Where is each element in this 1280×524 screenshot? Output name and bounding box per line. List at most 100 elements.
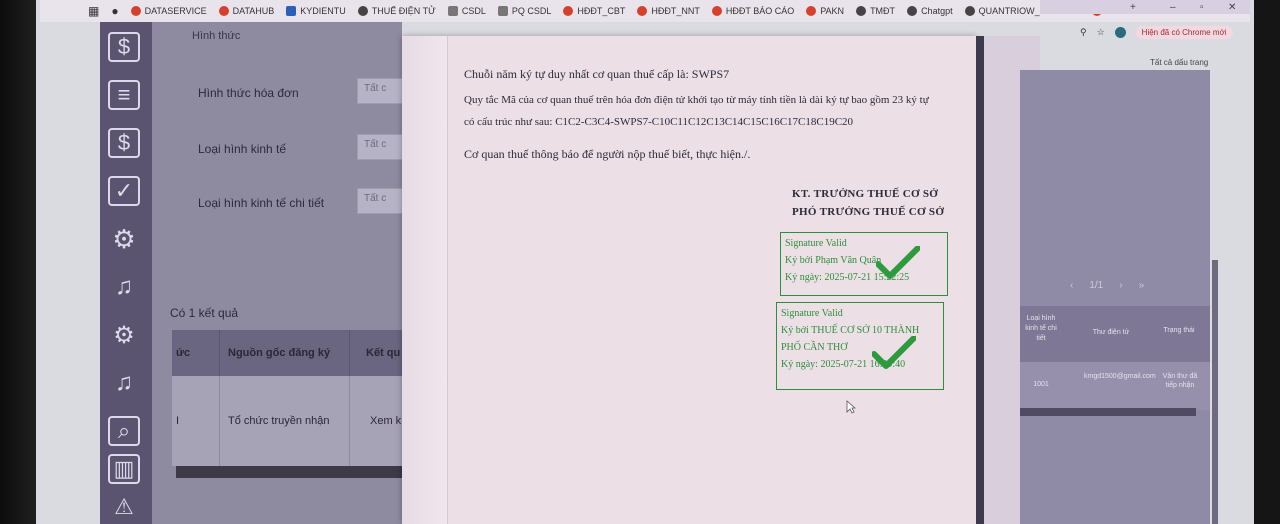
maximize-icon[interactable]: ▫ bbox=[1200, 2, 1204, 13]
last-page-icon[interactable]: » bbox=[1139, 280, 1145, 291]
invoice-icon[interactable]: ≡ bbox=[108, 80, 140, 110]
bookmark-favicon-icon bbox=[637, 6, 648, 16]
vertical-scrollbar[interactable] bbox=[1212, 260, 1218, 524]
checklist-icon[interactable]: ✓ bbox=[108, 176, 140, 206]
checkmark-icon bbox=[876, 246, 920, 279]
bookmark-favicon-icon bbox=[563, 6, 574, 16]
apps-grid-icon[interactable]: ▦ bbox=[88, 4, 99, 18]
table-cell: Tổ chức truyền nhận bbox=[220, 376, 350, 466]
table-header-cell: Thư điện tử bbox=[1092, 329, 1130, 336]
bell-icon[interactable]: ♫ bbox=[108, 272, 140, 302]
table-header-cell: Kết qu bbox=[366, 347, 401, 359]
filter-label: Loại hình kinh tế bbox=[198, 142, 287, 156]
horizontal-scrollbar[interactable] bbox=[1020, 408, 1196, 416]
signer-title: KT. TRƯỞNG THUẾ CƠ SỞ bbox=[792, 188, 939, 200]
warning-icon[interactable]: ⚠ bbox=[108, 492, 140, 522]
globe-icon bbox=[856, 6, 867, 16]
pane-divider[interactable] bbox=[976, 36, 984, 524]
filter-select[interactable]: Tất c bbox=[357, 188, 407, 214]
bookmark-item[interactable]: HĐĐT_CBT bbox=[563, 6, 625, 16]
table-cell: I bbox=[172, 376, 220, 466]
bookmark-item[interactable]: HĐĐT_NNT bbox=[637, 6, 700, 16]
table-cell: Văn thư đã tiếp nhận bbox=[1162, 373, 1198, 389]
invoice-code-structure: C1C2-C3C4-SWPS7-C10C11C12C13C14C15C16C17… bbox=[555, 116, 854, 128]
bookmark-favicon-icon bbox=[286, 6, 297, 16]
browser-toolbar-right: ⚲ ☆ Hiện đã có Chrome mới bbox=[1080, 26, 1233, 39]
star-icon[interactable]: ☆ bbox=[1097, 27, 1105, 38]
bookmark-favicon-icon bbox=[497, 6, 508, 16]
bookmark-favicon-icon bbox=[964, 6, 975, 16]
document-icon[interactable]: $ bbox=[108, 32, 140, 62]
bookmark-favicon-icon bbox=[447, 6, 458, 16]
pagination: ‹ 1/1 › » bbox=[1070, 280, 1144, 291]
checkmark-icon bbox=[872, 336, 916, 369]
filter-select[interactable]: Tất c bbox=[357, 78, 407, 104]
mouse-cursor-icon bbox=[846, 400, 856, 414]
app-sidebar: $ ≡ $ ✓ ⚙ ♫ ⚙ ♫ ⌕ ▥ ⚠ bbox=[100, 22, 152, 524]
close-icon[interactable]: ✕ bbox=[1228, 2, 1236, 13]
search-document-icon[interactable]: ⌕ bbox=[108, 416, 140, 446]
filter-label: Hình thức hóa đơn bbox=[198, 86, 299, 100]
settings-icon[interactable]: ⚙ bbox=[108, 224, 140, 254]
extensions-icon[interactable]: ⚲ bbox=[1080, 27, 1087, 38]
bookmark-item[interactable]: PQ CSDL bbox=[497, 6, 551, 16]
bookmark-item[interactable]: PAKN bbox=[806, 6, 844, 16]
github-icon[interactable]: ● bbox=[111, 4, 118, 18]
bookmark-item[interactable]: DATASERVICE bbox=[130, 6, 207, 16]
filter-select[interactable]: Tất c bbox=[357, 134, 407, 160]
all-bookmarks-link[interactable]: Tất cả dấu trang bbox=[1150, 58, 1208, 67]
monitor-bezel-right bbox=[1254, 0, 1280, 524]
signature-box[interactable]: Signature Valid Ký bởi Phạm Văn Quân Ký … bbox=[780, 232, 948, 296]
table-header-cell: Loại hình kinh tế chi tiết bbox=[1025, 315, 1057, 342]
result-count: Có 1 kết quả bbox=[170, 306, 239, 320]
report-icon[interactable]: ▥ bbox=[108, 454, 140, 484]
chatgpt-icon bbox=[907, 6, 918, 16]
bookmark-item[interactable]: THUẾ ĐIỆN TỬ bbox=[357, 6, 436, 16]
minimize-icon[interactable]: – bbox=[1170, 2, 1176, 13]
doc-line: Chuỗi năm ký tự duy nhất cơ quan thuế cấ… bbox=[464, 67, 730, 81]
bookmark-item[interactable]: Chatgpt bbox=[907, 6, 953, 16]
prev-page-icon[interactable]: ‹ bbox=[1070, 280, 1073, 291]
table-row[interactable]: I Tổ chức truyền nhận Xem k bbox=[172, 376, 404, 466]
table-header-cell: ức bbox=[172, 330, 220, 376]
filter-label: Loại hình kinh tế chi tiết bbox=[198, 196, 325, 210]
monitor-bezel-left bbox=[0, 0, 40, 524]
table-header-cell: Nguồn gốc đăng ký bbox=[220, 330, 350, 376]
money-icon[interactable]: $ bbox=[108, 128, 140, 158]
view-link[interactable]: Xem k bbox=[350, 376, 404, 466]
signature-box[interactable]: Signature Valid Ký bởi THUẾ CƠ SỞ 10 THÀ… bbox=[776, 302, 944, 390]
bookmark-item[interactable]: DATAHUB bbox=[218, 6, 274, 16]
right-pane-body bbox=[1020, 416, 1210, 524]
doc-line: Quy tắc Mã của cơ quan thuế trên hóa đơn… bbox=[464, 94, 929, 106]
table-cell: kmgd1500@gmail.com bbox=[1084, 373, 1156, 380]
document-viewer: Chuỗi năm ký tự duy nhất cơ quan thuế cấ… bbox=[402, 36, 976, 524]
document-margin bbox=[402, 36, 448, 524]
tab-strip bbox=[1040, 0, 1250, 14]
bookmark-favicon-icon bbox=[711, 6, 722, 16]
table-header: Loại hình kinh tế chi tiết Thư điện tử T… bbox=[1020, 306, 1210, 362]
bookmark-item[interactable]: KYDIENTU bbox=[286, 6, 346, 16]
next-page-icon[interactable]: › bbox=[1119, 280, 1122, 291]
bookmark-favicon-icon bbox=[218, 6, 229, 16]
signer-title: PHÓ TRƯỞNG THUẾ CƠ SỞ bbox=[792, 206, 945, 218]
doc-line: Cơ quan thuế thông báo để người nộp thuế… bbox=[464, 147, 751, 161]
bookmark-item[interactable]: TMĐT bbox=[856, 6, 895, 16]
bookmark-favicon-icon bbox=[806, 6, 817, 16]
globe-icon bbox=[357, 6, 368, 16]
bookmark-favicon-icon bbox=[130, 6, 141, 16]
table-row[interactable]: 1001 kmgd1500@gmail.com Văn thư đã tiếp … bbox=[1020, 362, 1210, 410]
chrome-update-button[interactable]: Hiện đã có Chrome mới bbox=[1135, 26, 1233, 39]
filter-top-label: Hình thức bbox=[192, 30, 241, 42]
notification-icon[interactable]: ♫ bbox=[108, 368, 140, 398]
bookmark-item[interactable]: CSDL bbox=[447, 6, 486, 16]
profile-avatar[interactable] bbox=[1114, 27, 1126, 38]
new-tab-icon[interactable]: + bbox=[1130, 2, 1136, 13]
gear-icon[interactable]: ⚙ bbox=[108, 320, 140, 350]
horizontal-scrollbar[interactable] bbox=[176, 466, 404, 478]
table-cell: 1001 bbox=[1033, 381, 1049, 388]
bookmark-item[interactable]: HĐĐT BÁO CÁO bbox=[711, 6, 794, 16]
table-header-cell: Trạng thái bbox=[1163, 327, 1195, 334]
table-header: ức Nguồn gốc đăng ký Kết qu bbox=[172, 330, 404, 376]
page-indicator: 1/1 bbox=[1089, 280, 1104, 291]
doc-line: có cấu trúc như sau: C1C2-C3C4-SWPS7-C10… bbox=[464, 116, 854, 128]
